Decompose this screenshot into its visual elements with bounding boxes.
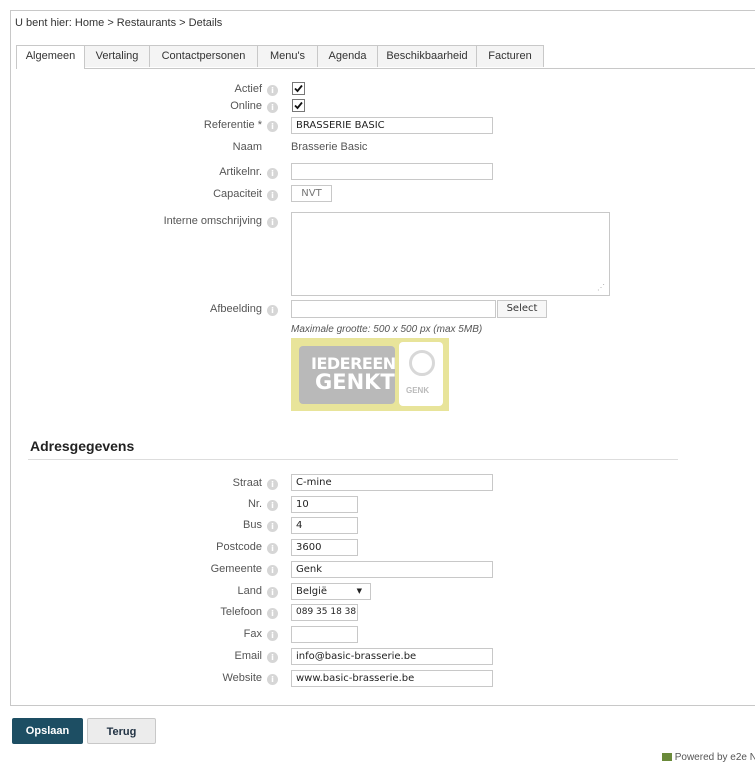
gemeente-label: Gemeente xyxy=(210,563,262,575)
footer-text: Powered by e2e N xyxy=(674,752,755,763)
label-column: Actief Online Referentie * Naam Artikeln… xyxy=(0,0,262,761)
info-icon[interactable]: i xyxy=(267,121,278,132)
info-icon[interactable]: i xyxy=(267,652,278,663)
info-icon[interactable]: i xyxy=(267,630,278,641)
section-divider xyxy=(28,459,678,460)
info-icon[interactable]: i xyxy=(267,674,278,685)
info-icon[interactable]: i xyxy=(267,587,278,598)
straat-input[interactable]: C-mine xyxy=(291,474,493,491)
bus-input[interactable]: 4 xyxy=(291,517,358,534)
email-input[interactable]: info@basic-brasserie.be xyxy=(291,648,493,665)
info-icon[interactable]: i xyxy=(267,305,278,316)
resize-handle-icon[interactable]: ⋰ xyxy=(597,283,605,292)
info-icon[interactable]: i xyxy=(267,85,278,96)
address-section-title: Adresgegevens xyxy=(30,438,135,454)
image-text-line2: GENKT xyxy=(315,370,395,394)
select-button[interactable]: Select xyxy=(497,300,547,318)
naam-label: Naam xyxy=(232,141,262,153)
postcode-input[interactable]: 3600 xyxy=(291,539,358,556)
naam-value: Brasserie Basic xyxy=(291,141,368,153)
website-label: Website xyxy=(222,672,262,684)
info-icon[interactable]: i xyxy=(267,479,278,490)
afbeelding-input[interactable] xyxy=(291,300,496,318)
nr-label: Nr. xyxy=(247,498,262,510)
land-selected-value: België xyxy=(296,586,328,597)
checkmark-icon xyxy=(294,101,303,110)
email-label: Email xyxy=(234,650,262,662)
genk-logo-icon xyxy=(409,350,435,376)
capaciteit-label: Capaciteit xyxy=(213,188,262,200)
powered-by-icon xyxy=(661,753,672,762)
info-icon[interactable]: i xyxy=(267,102,278,113)
fax-input[interactable] xyxy=(291,626,358,643)
nr-input[interactable]: 10 xyxy=(291,496,358,513)
actief-checkbox[interactable] xyxy=(292,82,305,95)
telefoon-label: Telefoon xyxy=(220,606,262,618)
save-button[interactable]: Opslaan xyxy=(12,718,83,744)
fax-label: Fax xyxy=(243,628,262,640)
max-size-note: Maximale grootte: 500 x 500 px (max 5MB) xyxy=(291,324,483,335)
tab-agenda[interactable]: Agenda xyxy=(317,45,378,67)
image-text-badge: GENK xyxy=(406,386,430,395)
omschrijving-label: Interne omschrijving xyxy=(163,215,262,227)
straat-label: Straat xyxy=(232,477,262,489)
info-icon[interactable]: i xyxy=(267,168,278,179)
telefoon-input[interactable]: 089 35 18 38 xyxy=(291,604,358,621)
tab-algemeen[interactable]: Algemeen xyxy=(16,45,85,69)
gemeente-input[interactable]: Genk xyxy=(291,561,493,578)
referentie-input[interactable]: BRASSERIE BASIC xyxy=(291,117,493,134)
bus-label: Bus xyxy=(243,519,262,531)
artikelnr-label: Artikelnr. xyxy=(219,166,262,178)
info-icon[interactable]: i xyxy=(267,190,278,201)
afbeelding-label: Afbeelding xyxy=(210,303,262,315)
info-icon[interactable]: i xyxy=(267,543,278,554)
online-label: Online xyxy=(230,100,262,112)
tab-facturen[interactable]: Facturen xyxy=(476,45,544,67)
actief-label: Actief xyxy=(234,83,262,95)
info-icon[interactable]: i xyxy=(267,565,278,576)
info-icon[interactable]: i xyxy=(267,521,278,532)
online-checkbox[interactable] xyxy=(292,99,305,112)
tab-beschikbaarheid[interactable]: Beschikbaarheid xyxy=(377,45,477,67)
info-icon[interactable]: i xyxy=(267,608,278,619)
artikelnr-input[interactable] xyxy=(291,163,493,180)
land-select[interactable]: België ▼ xyxy=(291,583,371,600)
info-icon[interactable]: i xyxy=(267,217,278,228)
postcode-label: Postcode xyxy=(216,541,262,553)
referentie-label: Referentie * xyxy=(203,119,262,131)
restaurant-image: IEDEREEN GENKT GENK xyxy=(291,338,449,411)
info-icon[interactable]: i xyxy=(267,500,278,511)
land-label: Land xyxy=(237,585,262,597)
tab-menus[interactable]: Menu's xyxy=(257,45,318,67)
omschrijving-textarea[interactable] xyxy=(291,212,610,296)
capaciteit-input[interactable]: NVT xyxy=(291,185,332,202)
back-button[interactable]: Terug xyxy=(87,718,156,744)
checkmark-icon xyxy=(294,84,303,93)
chevron-down-icon: ▼ xyxy=(356,587,362,595)
footer: Powered by e2e N xyxy=(661,752,755,763)
website-input[interactable]: www.basic-brasserie.be xyxy=(291,670,493,687)
